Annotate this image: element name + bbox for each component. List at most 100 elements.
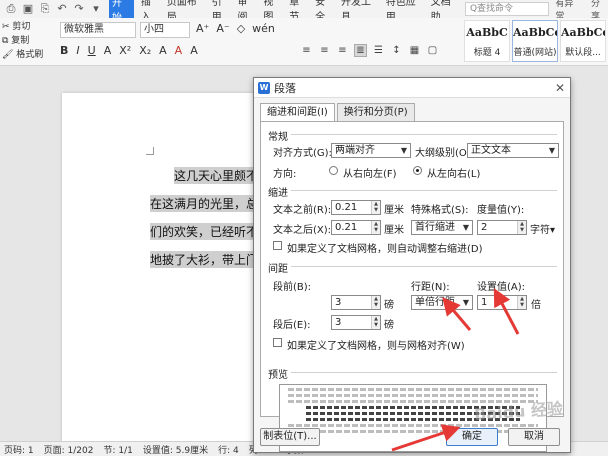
section-preview: 预览 [268, 370, 288, 381]
print-icon[interactable]: ⎘ [38, 2, 52, 16]
align-center-icon[interactable]: ≡ [318, 44, 331, 57]
copy-label: 复制 [11, 36, 30, 46]
style-option[interactable]: AaBbCcD 普通(网站) [512, 20, 558, 62]
spin-arrows-icon[interactable]: ▲ ▼ [517, 221, 526, 234]
shading-icon[interactable]: ▦ [408, 44, 421, 57]
section-general: 常规 [268, 132, 288, 143]
align-select[interactable]: 两端对齐 ▼ [331, 143, 411, 158]
measure-unit: 字符▾ [530, 225, 556, 236]
distributed-icon[interactable]: ☰ [372, 44, 385, 57]
indent-after-input[interactable]: 0.21 ▲ ▼ [331, 220, 381, 235]
dialog-titlebar[interactable]: W 段落 [254, 78, 570, 98]
set-value-input[interactable]: 1 ▲ ▼ [477, 295, 527, 310]
pinyin-icon[interactable]: wén [252, 22, 275, 35]
special-value: 首行缩进 [415, 222, 455, 233]
style-option[interactable]: AaBbCcDd 默认段... [560, 20, 606, 62]
menu-bar: ⎙ ▣ ⎘ ↶ ↷ ▾ 开始插入页面布局引用审阅视图章节安全开发工具特色应用文档… [0, 0, 608, 25]
format-painter-button[interactable]: 🖌 格式刷 [0, 48, 52, 62]
space-after-input[interactable]: 3 ▲ ▼ [331, 315, 381, 330]
style-sample: AaBbCcD [513, 26, 557, 39]
indent-spacing-panel: 常规 对齐方式(G): 两端对齐 ▼ 大纲级别(O): 正文文本 ▼ 方向: 从右向… [260, 121, 564, 452]
doc-line[interactable]: 地披了大衫，带上门 [150, 251, 259, 268]
special-select[interactable]: 首行缩进 ▼ [411, 220, 473, 235]
align-justify-icon[interactable]: ≣ [354, 44, 367, 57]
ribbon: ✂ 剪切 ⧉ 复制 🖌 格式刷 微软雅黑 小四 A⁺ A⁻ ◇ wén B I … [0, 18, 608, 66]
tab-line-page-break[interactable]: 换行和分页(P) [336, 103, 415, 121]
indent-before-label: 文本之前(R): [273, 205, 332, 216]
clear-format-icon[interactable]: ◇ [237, 22, 245, 35]
cut-label: 剪切 [12, 22, 31, 32]
measure-label: 度量值(Y): [477, 205, 525, 216]
ok-button[interactable]: 确定 [446, 428, 498, 446]
strikethrough-icon[interactable]: A [104, 44, 112, 57]
space-before-input[interactable]: 3 ▲ ▼ [331, 295, 381, 310]
grow-font-icon[interactable]: A⁺ [196, 22, 209, 35]
status-item: 设置值: 5.9厘米 [142, 445, 209, 456]
font-size-tools: A⁺ A⁻ ◇ wén [196, 22, 275, 35]
font-name-select[interactable]: 微软雅黑 [60, 22, 136, 38]
divider [291, 134, 557, 135]
cut-button[interactable]: ✂ 剪切 [0, 20, 52, 34]
spacing-grid-label: 如果定义了文档网格，则与网格对齐(W) [287, 341, 465, 352]
char-shading-icon[interactable]: A [190, 44, 198, 57]
indent-before-value: 0.21 [335, 202, 358, 213]
indent-grid-label: 如果定义了文档网格，则自动调整右缩进(D) [287, 244, 483, 255]
spin-arrows-icon[interactable]: ▲ ▼ [371, 296, 380, 309]
chevron-down-icon: ▼ [548, 146, 555, 155]
measure-unit-text: 字符 [530, 225, 550, 236]
doc-line[interactable]: 们的欢笑，已经听不 [150, 223, 259, 240]
redo-icon[interactable]: ↷ [72, 2, 86, 16]
undo-icon[interactable]: ↶ [55, 2, 69, 16]
outline-select[interactable]: 正文文本 ▼ [467, 143, 559, 158]
measure-input[interactable]: 2 ▲ ▼ [477, 220, 527, 235]
italic-icon[interactable]: I [76, 44, 79, 57]
space-before-unit: 磅 [384, 300, 394, 311]
measure-value: 2 [481, 222, 488, 233]
chevron-down-icon: ▼ [400, 146, 407, 155]
superscript-icon[interactable]: X² [119, 44, 131, 57]
search-command-input[interactable]: Q查找命令 [464, 2, 550, 16]
divider [291, 190, 557, 191]
copy-button[interactable]: ⧉ 复制 [0, 34, 52, 48]
save-icon[interactable]: ▣ [21, 2, 35, 16]
print-preview-icon[interactable]: ⎙ [4, 2, 18, 16]
cancel-button[interactable]: 取消 [508, 428, 560, 446]
spin-arrows-icon[interactable]: ▲ ▼ [517, 296, 526, 309]
doc-line[interactable]: 在这满月的光里，总 [150, 195, 259, 212]
close-icon[interactable]: ✕ [555, 81, 565, 95]
indent-after-label: 文本之后(X): [273, 225, 332, 236]
spin-arrows-icon[interactable]: ▲ ▼ [371, 201, 380, 214]
tab-stops-button[interactable]: 制表位(T)... [260, 428, 320, 446]
font-size-select[interactable]: 小四 [140, 22, 190, 38]
indent-grid-checkbox[interactable] [273, 241, 282, 250]
underline-icon[interactable]: U [88, 44, 96, 57]
spacing-grid-checkbox[interactable] [273, 338, 282, 347]
indent-before-input[interactable]: 0.21 ▲ ▼ [331, 200, 381, 215]
chevron-down-icon: ▼ [462, 298, 469, 307]
font-color-icon[interactable]: A [175, 44, 183, 57]
align-left-icon[interactable]: ≡ [300, 44, 313, 57]
border-icon[interactable]: ▢ [426, 44, 439, 57]
status-item: 页码: 1 [4, 445, 34, 456]
line-spacing-icon[interactable]: ↕ [390, 44, 403, 57]
spin-arrows-icon[interactable]: ▲ ▼ [371, 316, 380, 329]
shrink-font-icon[interactable]: A⁻ [216, 22, 229, 35]
tab-indent-spacing[interactable]: 缩进和间距(I) [260, 103, 335, 121]
clipboard-group: ✂ 剪切 ⧉ 复制 🖌 格式刷 [0, 20, 52, 62]
line-spacing-select[interactable]: 单倍行距 ▼ [411, 295, 473, 310]
rtl-radio[interactable] [329, 166, 338, 175]
spin-arrows-icon[interactable]: ▲ ▼ [371, 221, 380, 234]
bold-icon[interactable]: B [60, 44, 68, 57]
highlight-icon[interactable]: A [159, 44, 167, 57]
dropdown-icon[interactable]: ▾ [89, 2, 103, 16]
rtl-label: 从右向左(F) [343, 169, 397, 180]
subscript-icon[interactable]: X₂ [139, 44, 151, 57]
outline-label: 大纲级别(O): [415, 148, 475, 159]
margin-corner-mark [146, 147, 154, 155]
style-option[interactable]: AaBbC 标题 4 [464, 20, 510, 62]
align-right-icon[interactable]: ≡ [336, 44, 349, 57]
section-spacing: 间距 [268, 264, 288, 275]
doc-line[interactable]: 这几天心里颇不 [174, 167, 259, 184]
ltr-radio[interactable] [413, 166, 422, 175]
quick-access-toolbar: ⎙ ▣ ⎘ ↶ ↷ ▾ [0, 2, 103, 16]
